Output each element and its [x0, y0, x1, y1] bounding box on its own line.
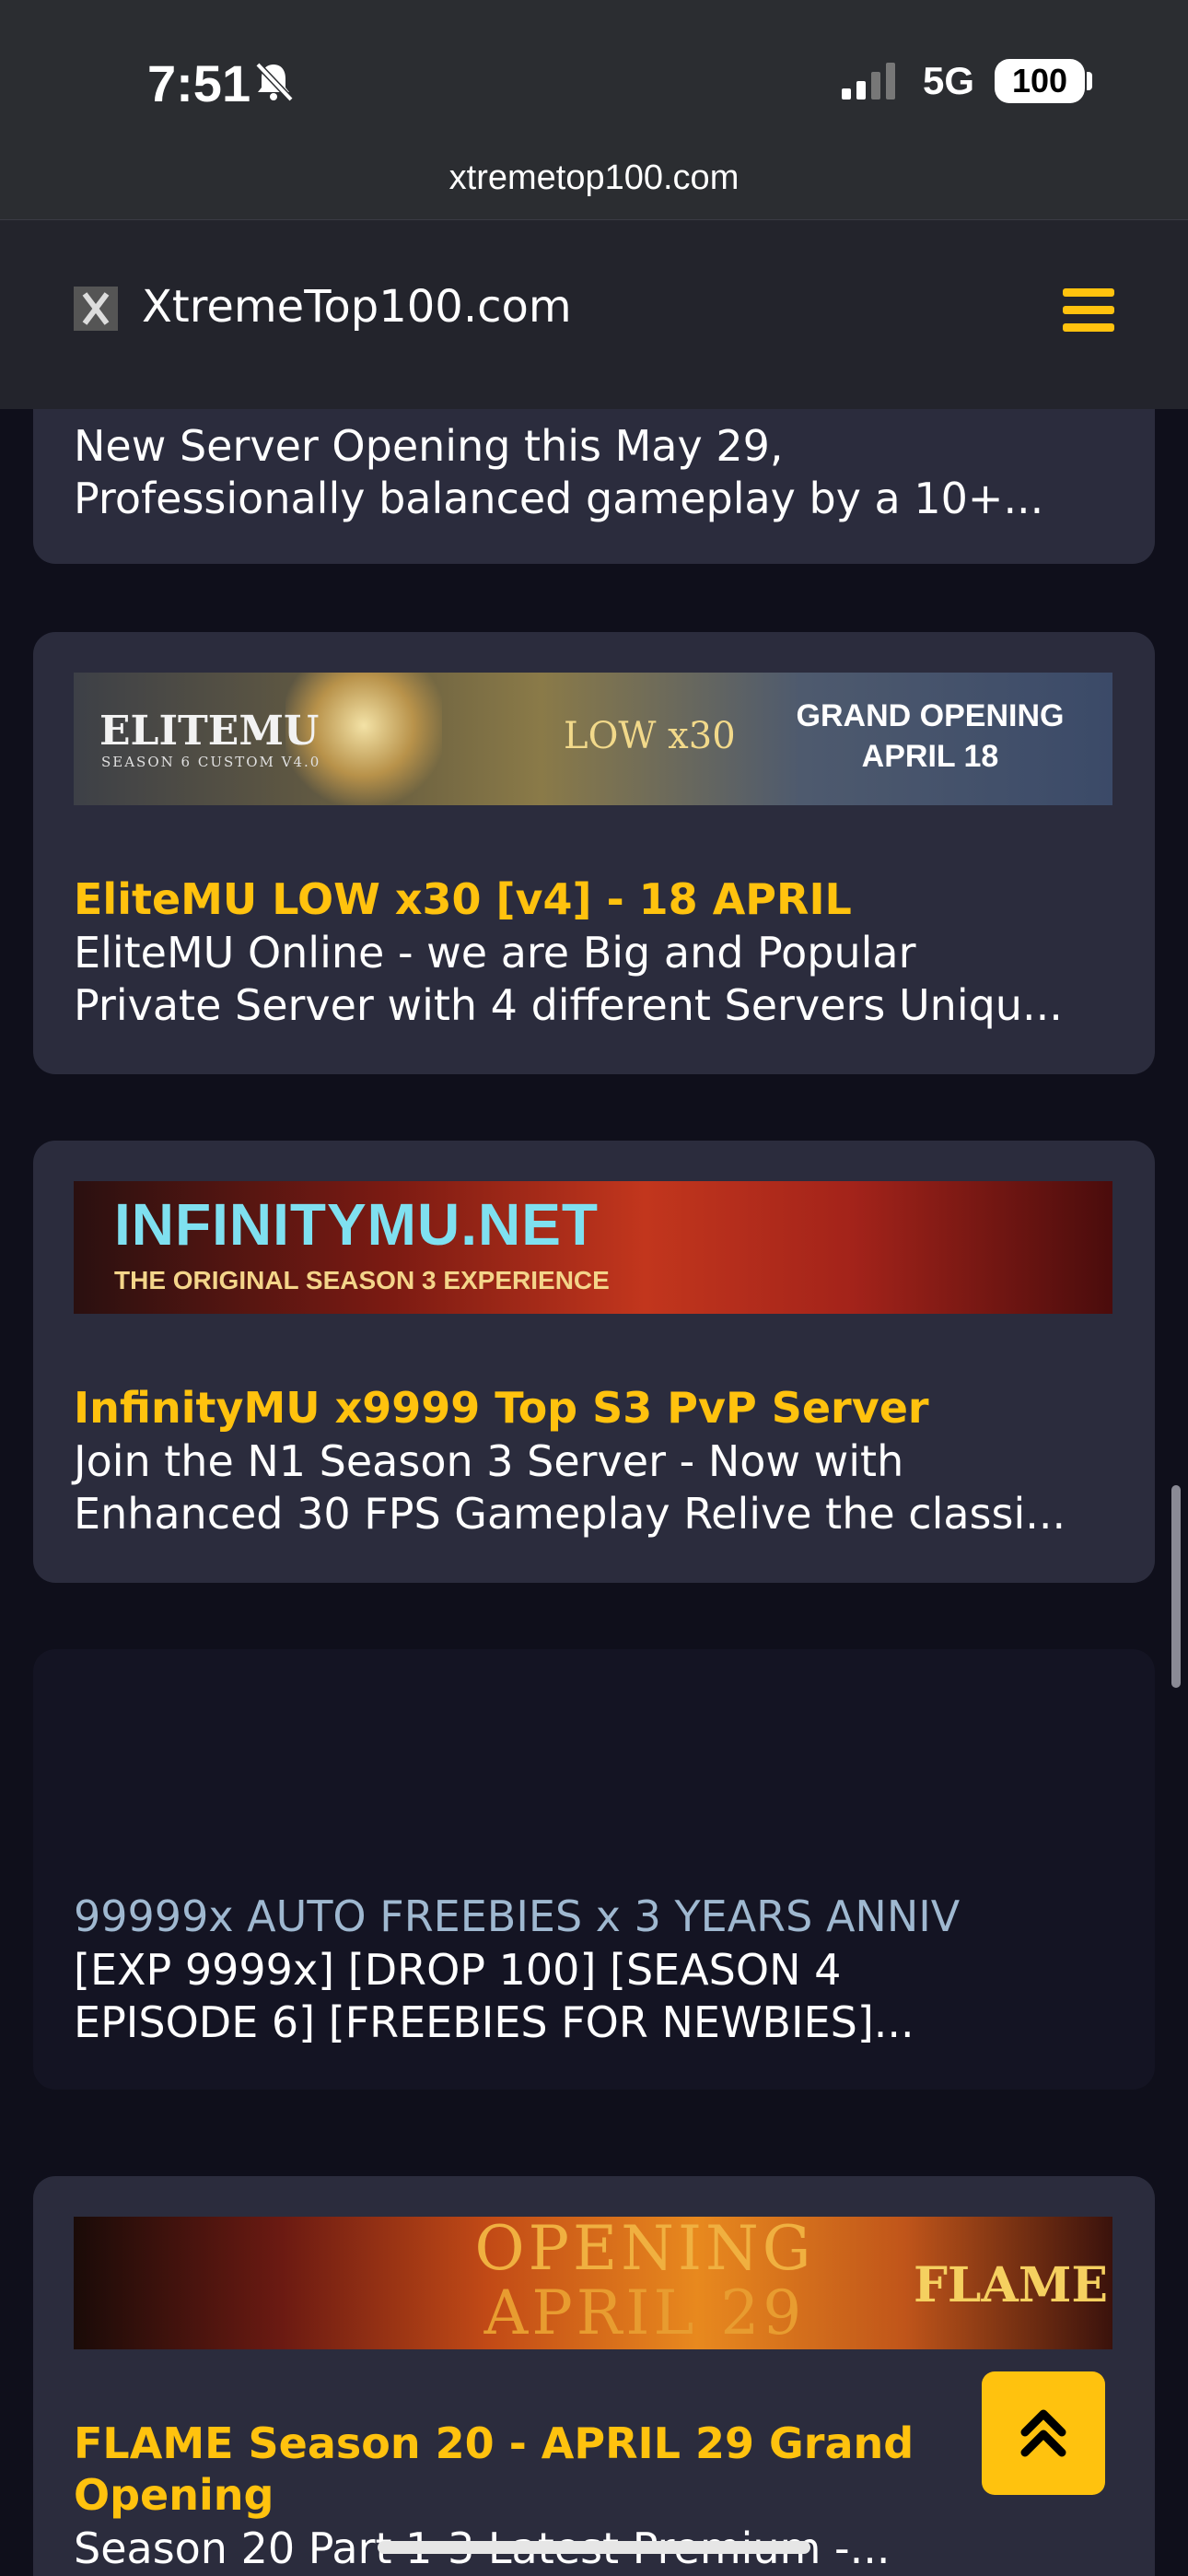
listing-title[interactable]: 99999x AUTO FREEBIES x 3 YEARS ANNIV [74, 1891, 1124, 1942]
listing-description: EliteMU Online - we are Big and Popular [74, 928, 916, 978]
listing-card[interactable]: ELITEMU SEASON 6 CUSTOM V4.0 LOW x30 GRA… [33, 632, 1155, 1074]
status-bar: 7:51 5G 100 xtremetop100.com [0, 0, 1188, 219]
network-label: 5G [923, 59, 975, 102]
banner-opening-text: GRAND OPENING [796, 698, 1065, 733]
listing-banner[interactable]: INFINITYMU.NET THE ORIGINAL SEASON 3 EXP… [74, 1181, 1112, 1314]
listing-description: Professionally balanced gameplay by a 10… [74, 474, 1044, 523]
listing-description: Private Server with 4 different Servers … [74, 980, 1063, 1030]
listing-title[interactable]: FLAME Season 20 - APRIL 29 Grand [74, 2418, 1124, 2469]
banner-date-text: APRIL 29 [483, 2277, 806, 2348]
banner-opening-text: OPENING [474, 2217, 815, 2284]
scrollbar[interactable] [1171, 1485, 1181, 1688]
listing-description: Enhanced 30 FPS Gameplay Relive the clas… [74, 1489, 1066, 1539]
address-bar[interactable]: xtremetop100.com [0, 158, 1188, 198]
listing-card[interactable]: 99999x AUTO FREEBIES x 3 YEARS ANNIV [EX… [33, 1649, 1155, 2090]
signal-icon [842, 63, 895, 100]
listing-description: Join the N1 Season 3 Server - Now with [74, 1436, 904, 1486]
site-title[interactable]: XtremeTop100.com [142, 281, 572, 333]
banner-tagline: THE ORIGINAL SEASON 3 EXPERIENCE [114, 1266, 610, 1294]
battery-tip [1087, 72, 1092, 90]
listing-banner[interactable]: OPENING APRIL 29 FLAME [74, 2217, 1112, 2349]
scroll-to-top-button[interactable] [982, 2371, 1105, 2495]
listing-description: [EXP 9999x] [DROP 100] [SEASON 4 [74, 1945, 842, 1995]
listing-card[interactable]: INFINITYMU.NET THE ORIGINAL SEASON 3 EXP… [33, 1141, 1155, 1583]
listing-title[interactable]: InfinityMU x9999 Top S3 PvP Server [74, 1382, 1124, 1434]
listing-description: New Server Opening this May 29, [74, 421, 784, 471]
site-header: XtremeTop100.com [0, 219, 1188, 409]
status-time: 7:51 [147, 54, 251, 112]
banner-rate: LOW x30 [564, 715, 736, 757]
bell-slash-icon [255, 62, 294, 102]
banner-logo: INFINITYMU.NET [114, 1191, 599, 1258]
site-logo-icon[interactable] [74, 287, 118, 331]
home-indicator[interactable] [378, 2541, 810, 2554]
battery-indicator: 100 [995, 59, 1085, 103]
hamburger-menu-icon[interactable] [1063, 288, 1114, 340]
banner-logo: ELITEMU [99, 708, 320, 755]
banner-logo-sub: SEASON 6 CUSTOM V4.0 [101, 754, 321, 770]
listing-title[interactable]: EliteMU LOW x30 [v4] - 18 APRIL [74, 873, 1124, 925]
listing-title[interactable]: Opening [74, 2469, 1124, 2521]
listing-banner[interactable]: ELITEMU SEASON 6 CUSTOM V4.0 LOW x30 GRA… [74, 673, 1112, 805]
banner-date-text: APRIL 18 [861, 739, 999, 774]
listing-description: EPISODE 6] [FREEBIES FOR NEWBIES]... [74, 1997, 914, 2047]
banner-logo: FLAME [914, 2257, 1109, 2313]
double-chevron-up-icon [1020, 2409, 1066, 2457]
